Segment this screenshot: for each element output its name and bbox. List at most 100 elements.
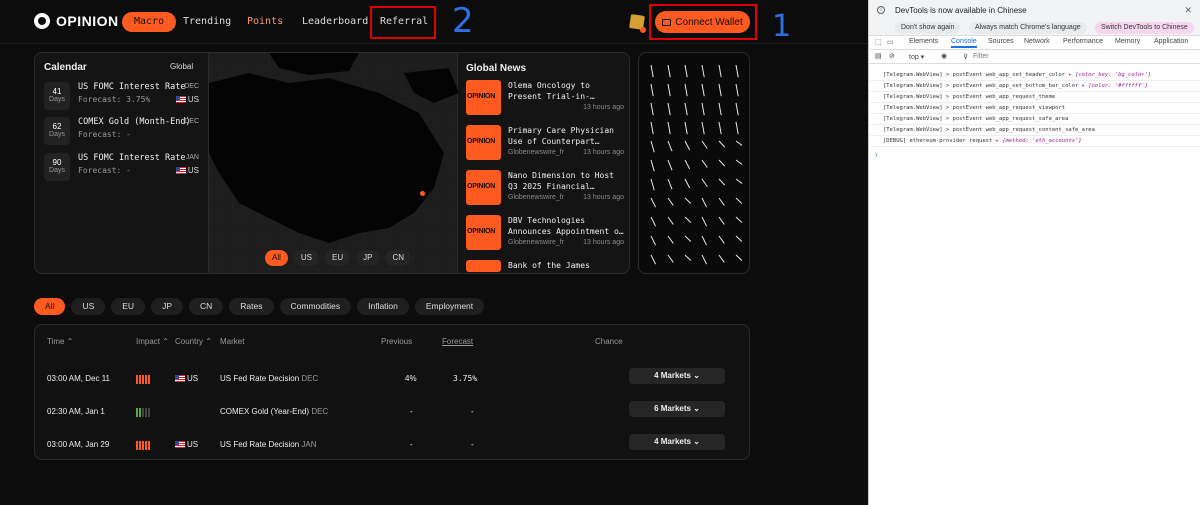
nav-leaderboard[interactable]: Leaderboard bbox=[302, 12, 368, 32]
news-item[interactable]: Bank of the James bbox=[466, 260, 624, 272]
wind-streak bbox=[667, 83, 671, 97]
calendar-scope[interactable]: Global bbox=[170, 62, 193, 71]
news-headline: Primary Care Physician Use of Counterpar… bbox=[508, 126, 614, 146]
row-previous: - bbox=[410, 407, 413, 416]
table-row[interactable]: 02:30 AM, Jan 1 COMEX Gold (Year-End) DE… bbox=[35, 398, 749, 426]
markets-dropdown-button[interactable]: 4 Markets ⌄ bbox=[629, 434, 725, 450]
wind-streak bbox=[735, 254, 743, 261]
wind-chart-panel bbox=[638, 52, 750, 274]
cube-icon[interactable] bbox=[629, 14, 645, 30]
filter-rates[interactable]: Rates bbox=[229, 298, 274, 315]
dont-show-again-button[interactable]: Don't show again bbox=[895, 22, 961, 34]
tab-memory[interactable]: Memory bbox=[1115, 38, 1140, 45]
header-country[interactable]: Country ⌃ bbox=[175, 337, 212, 346]
console-filter-input[interactable]: Filter bbox=[973, 53, 989, 60]
wind-streak bbox=[701, 159, 708, 168]
news-item[interactable]: OPINION Primary Care Physician Use of Co… bbox=[466, 125, 624, 165]
tab-console[interactable]: Console bbox=[951, 38, 977, 48]
wind-streak bbox=[667, 64, 671, 78]
tab-performance[interactable]: Performance bbox=[1063, 38, 1103, 45]
console-message: [Telegram.WebView] > postEvent web_app_r… bbox=[869, 103, 1200, 114]
days-label: Days bbox=[49, 131, 65, 138]
map-chip-jp[interactable]: JP bbox=[356, 250, 380, 266]
wind-streak bbox=[701, 235, 708, 246]
tab-sources[interactable]: Sources bbox=[988, 38, 1014, 45]
console-toolbar: ▤ ⊘ top ▾ ◉ ⊽ Filter bbox=[869, 50, 1200, 64]
filter-all[interactable]: All bbox=[34, 298, 66, 315]
map-chip-cn[interactable]: CN bbox=[385, 250, 412, 266]
devtools-info-text: DevTools is now available in Chinese bbox=[895, 6, 1027, 15]
event-forecast: Forecast: - bbox=[78, 166, 131, 175]
header-forecast[interactable]: Forecast bbox=[442, 337, 473, 346]
console-prompt[interactable]: › bbox=[869, 147, 1200, 162]
nav-trending[interactable]: Trending bbox=[183, 12, 231, 32]
wind-streak bbox=[735, 140, 743, 146]
event-title: US FOMC Interest Rate bbox=[78, 82, 186, 92]
news-time: 13 hours ago bbox=[583, 239, 624, 246]
filter-eu[interactable]: EU bbox=[111, 298, 146, 315]
console-message: [Telegram.WebView] > postEvent web_app_r… bbox=[869, 114, 1200, 125]
calendar-event[interactable]: 62 Days COMEX Gold (Month-End) DEC Forec… bbox=[44, 117, 199, 145]
us-flag-icon bbox=[175, 375, 185, 382]
row-time: 03:00 AM, Jan 29 bbox=[47, 440, 110, 449]
days-count: 62 bbox=[52, 122, 62, 131]
nav-points[interactable]: Points bbox=[247, 12, 283, 32]
news-headline: DBV Technologies Announces Appointment o… bbox=[508, 216, 624, 236]
wind-streak bbox=[701, 121, 705, 135]
news-item[interactable]: OPINION Nano Dimension to Host Q3 2025 F… bbox=[466, 170, 624, 210]
logo[interactable]: OPINION bbox=[34, 13, 119, 29]
filter-cn[interactable]: CN bbox=[189, 298, 224, 315]
table-row[interactable]: 03:00 AM, Jan 29 US US Fed Rate Decision… bbox=[35, 431, 749, 459]
tab-network[interactable]: Network bbox=[1024, 38, 1050, 45]
header-time[interactable]: Time ⌃ bbox=[47, 337, 73, 346]
wind-streak bbox=[701, 197, 708, 208]
filter-jp[interactable]: JP bbox=[151, 298, 183, 315]
filter-inflation[interactable]: Inflation bbox=[357, 298, 409, 315]
row-time: 02:30 AM, Jan 1 bbox=[47, 407, 105, 416]
markets-dropdown-button[interactable]: 4 Markets ⌄ bbox=[629, 368, 725, 384]
map-chip-us[interactable]: US bbox=[293, 250, 320, 266]
filter-commodities[interactable]: Commodities bbox=[279, 298, 352, 315]
days-badge: 90 Days bbox=[44, 153, 70, 181]
markets-dropdown-button[interactable]: 6 Markets ⌄ bbox=[629, 401, 725, 417]
inspect-icon[interactable]: ⬚ bbox=[875, 38, 882, 46]
calendar-title: Calendar bbox=[44, 62, 87, 73]
sidebar-toggle-icon[interactable]: ▤ bbox=[875, 52, 882, 60]
nav-macro[interactable]: Macro bbox=[122, 12, 177, 32]
wind-streak bbox=[684, 140, 691, 151]
tab-application[interactable]: Application bbox=[1154, 38, 1188, 45]
world-map[interactable] bbox=[208, 53, 459, 273]
wind-streak bbox=[684, 64, 688, 78]
header-impact[interactable]: Impact ⌃ bbox=[136, 337, 169, 346]
tab-elements[interactable]: Elements bbox=[909, 38, 938, 45]
table-row[interactable]: 03:00 AM, Dec 11 US US Fed Rate Decision… bbox=[35, 365, 749, 393]
days-count: 90 bbox=[52, 158, 62, 167]
match-language-button[interactable]: Always match Chrome's language bbox=[969, 22, 1087, 34]
wind-streaks bbox=[650, 64, 743, 265]
context-select[interactable]: top ▾ bbox=[909, 53, 924, 61]
wind-streak bbox=[735, 235, 743, 242]
news-item[interactable]: OPINION DBV Technologies Announces Appoi… bbox=[466, 215, 624, 255]
filter-us[interactable]: US bbox=[71, 298, 106, 315]
calendar-event[interactable]: 41 Days US FOMC Interest Rate DEC Foreca… bbox=[44, 82, 199, 110]
switch-chinese-button[interactable]: Switch DevTools to Chinese bbox=[1095, 22, 1194, 34]
wind-streak bbox=[650, 140, 655, 153]
eye-icon[interactable]: ◉ bbox=[941, 52, 947, 60]
news-headline: Olema Oncology to Present Trial-in-… bbox=[508, 81, 595, 101]
wind-streak bbox=[735, 64, 739, 78]
map-chip-eu[interactable]: EU bbox=[325, 250, 351, 266]
console-message: [Telegram.WebView] > postEvent web_app_r… bbox=[869, 125, 1200, 136]
device-icon[interactable]: ▭ bbox=[887, 38, 894, 46]
map-chip-all[interactable]: All bbox=[265, 250, 288, 266]
clear-console-icon[interactable]: ⊘ bbox=[889, 52, 895, 60]
row-time: 03:00 AM, Dec 11 bbox=[47, 374, 110, 383]
filter-employment[interactable]: Employment bbox=[414, 298, 485, 315]
calendar-event[interactable]: 90 Days US FOMC Interest Rate JAN Foreca… bbox=[44, 153, 199, 181]
news-item[interactable]: OPINION Olema Oncology to Present Trial-… bbox=[466, 80, 624, 120]
wind-streak bbox=[650, 102, 654, 116]
close-icon[interactable]: ✕ bbox=[1184, 5, 1192, 16]
map-event-marker[interactable] bbox=[420, 191, 425, 196]
wind-streak bbox=[684, 83, 688, 97]
wind-streak bbox=[735, 216, 743, 223]
news-thumbnail: OPINION bbox=[466, 170, 501, 205]
